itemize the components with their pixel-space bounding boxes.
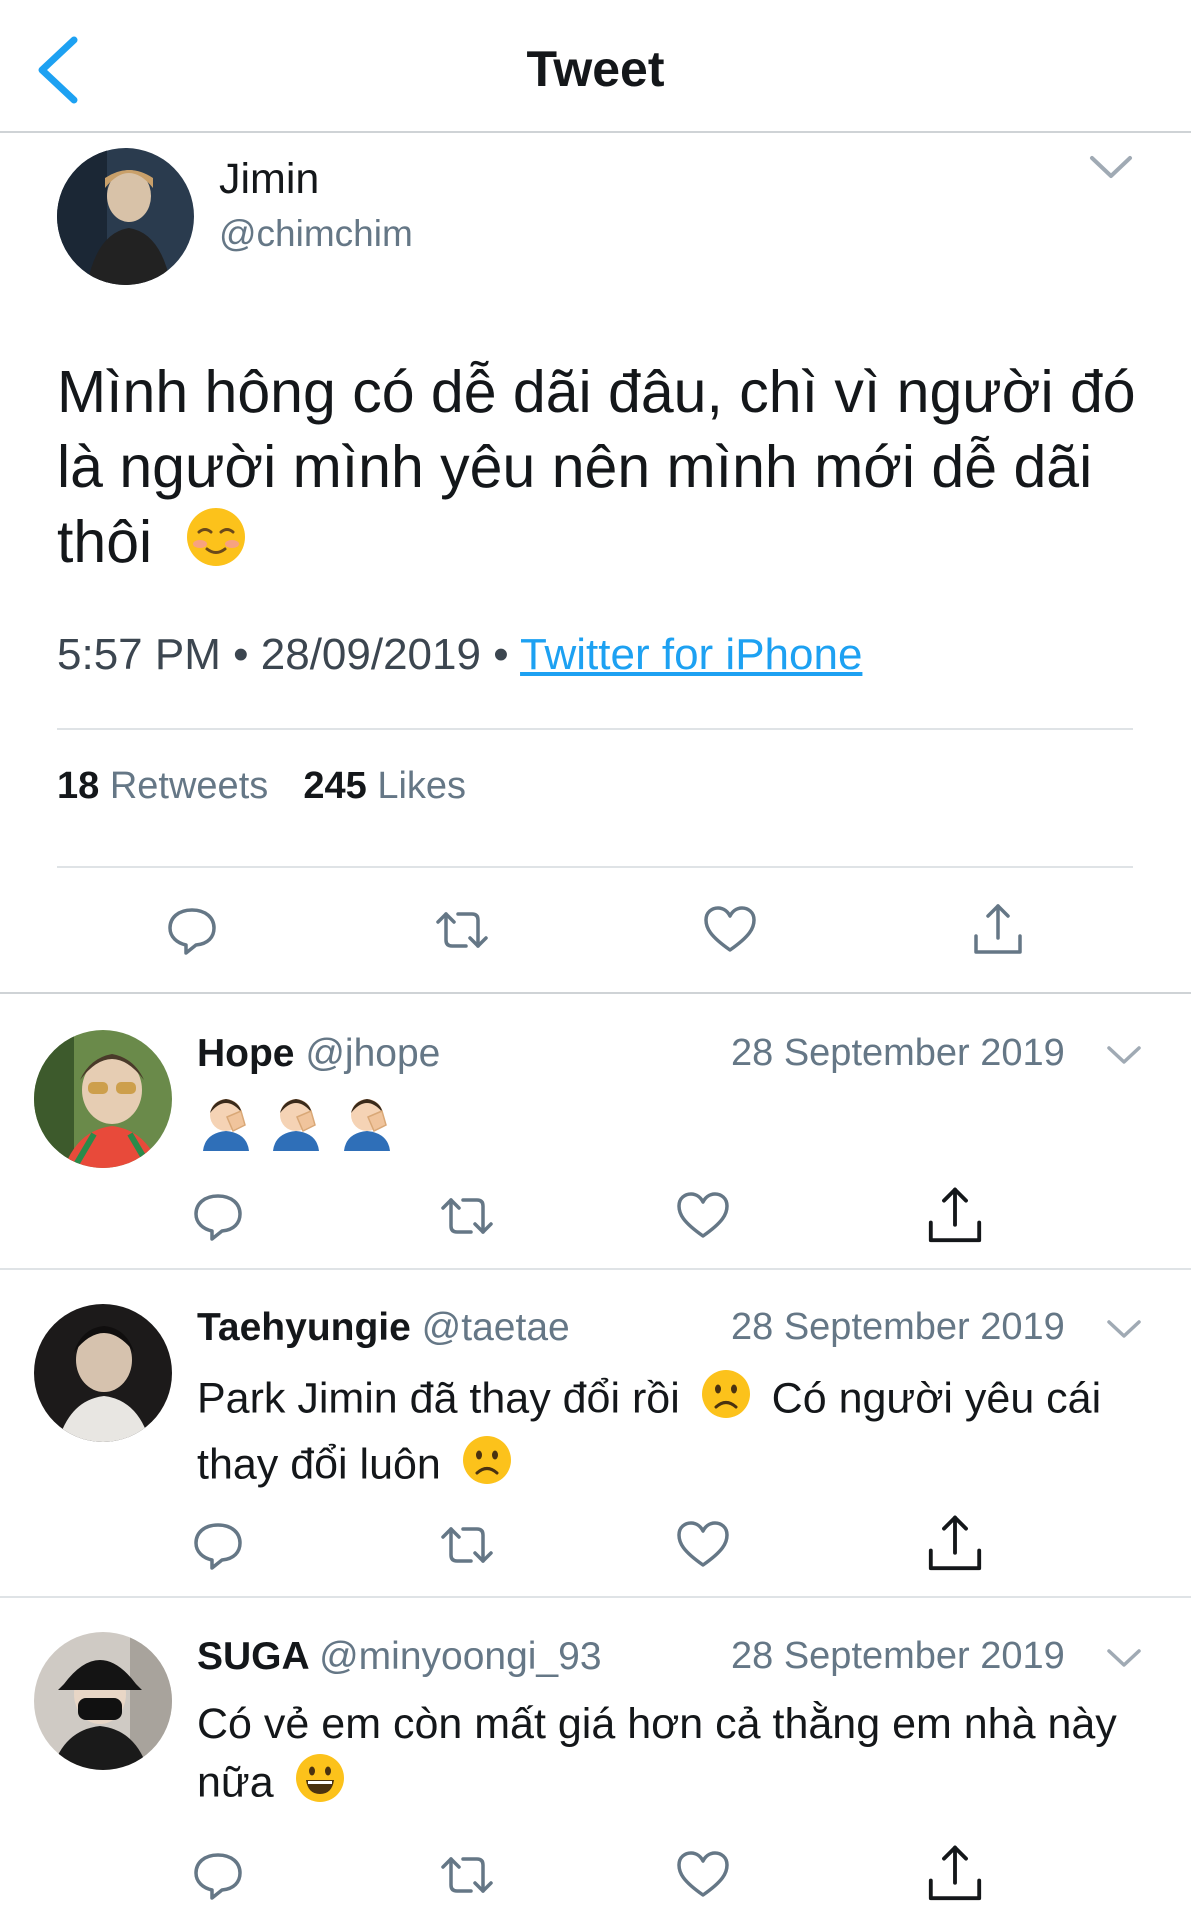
- reply-author-handle: @jhope: [305, 1032, 441, 1075]
- likes-stat[interactable]: 245 Likes: [303, 765, 466, 807]
- section-divider: [0, 992, 1191, 994]
- reply-author-handle: @minyoongi_93: [319, 1635, 602, 1678]
- reply-author[interactable]: Hope @jhope: [197, 1032, 440, 1076]
- retweets-stat[interactable]: 18 Retweets: [57, 765, 268, 807]
- page-title: Tweet: [526, 41, 665, 97]
- reply-date: 28 September 2019: [731, 1635, 1065, 1677]
- like-heart-icon[interactable]: [673, 1845, 733, 1905]
- tweet-date: 28/09/2019: [260, 630, 481, 679]
- reply-options-chevron-icon[interactable]: [1106, 1318, 1142, 1347]
- retweet-icon[interactable]: [432, 900, 492, 960]
- like-heart-icon[interactable]: [673, 1186, 733, 1246]
- smiling-face-icon: [185, 506, 247, 586]
- share-icon[interactable]: [922, 1841, 982, 1901]
- reply-text-part1: Park Jimin đã thay đổi rồi: [197, 1374, 680, 1423]
- reply-text: Có vẻ em còn mất giá hơn cả thằng em nhà…: [197, 1697, 1137, 1818]
- avatar-jimin[interactable]: [57, 148, 194, 285]
- reply-author-name: Hope: [197, 1032, 295, 1075]
- reply-icon[interactable]: [188, 1186, 248, 1246]
- share-icon[interactable]: [922, 1183, 982, 1243]
- avatar-hope[interactable]: [34, 1030, 172, 1168]
- like-heart-icon[interactable]: [700, 900, 760, 960]
- likes-count: 245: [303, 765, 367, 807]
- retweets-label: Retweets: [109, 765, 269, 807]
- like-heart-icon[interactable]: [673, 1515, 733, 1575]
- retweet-icon[interactable]: [437, 1515, 497, 1575]
- reply-icon[interactable]: [188, 1515, 248, 1575]
- retweets-count: 18: [57, 765, 100, 807]
- meta-separator: •: [233, 630, 249, 679]
- reply-options-chevron-icon[interactable]: [1106, 1647, 1142, 1676]
- tweet-options-chevron-icon[interactable]: [1088, 152, 1134, 187]
- divider: [57, 866, 1133, 868]
- author-name[interactable]: Jimin: [219, 155, 319, 204]
- tweet-stats: 18 Retweets 245 Likes: [57, 765, 466, 808]
- retweet-icon[interactable]: [437, 1845, 497, 1905]
- tweet-source-link[interactable]: Twitter for iPhone: [520, 630, 862, 679]
- reply-author[interactable]: SUGA @minyoongi_93: [197, 1635, 602, 1679]
- reply-author[interactable]: Taehyungie @taetae: [197, 1306, 570, 1350]
- reply-divider: [0, 1596, 1191, 1598]
- reply-emoji-row: [197, 1093, 396, 1153]
- reply-divider: [0, 1268, 1191, 1270]
- reply-author-name: SUGA: [197, 1635, 309, 1678]
- author-handle[interactable]: @chimchim: [219, 213, 413, 255]
- retweet-icon[interactable]: [437, 1186, 497, 1246]
- share-icon[interactable]: [968, 900, 1028, 960]
- reply-icon[interactable]: [162, 900, 222, 960]
- avatar-taehyungie[interactable]: [34, 1304, 172, 1442]
- grinning-face-icon: [294, 1752, 346, 1818]
- tweet-meta: 5:57 PM • 28/09/2019 • Twitter for iPhon…: [57, 630, 862, 680]
- reply-icon[interactable]: [188, 1845, 248, 1905]
- tweet-text: Mình hông có dễ dãi đâu, chì vì người đó…: [57, 355, 1157, 586]
- reply-options-chevron-icon[interactable]: [1106, 1044, 1142, 1073]
- reply-author-name: Taehyungie: [197, 1306, 411, 1349]
- frowning-face-icon: [461, 1434, 513, 1500]
- tweet-time: 5:57 PM: [57, 630, 221, 679]
- avatar-suga[interactable]: [34, 1632, 172, 1770]
- share-icon[interactable]: [922, 1511, 982, 1571]
- likes-label: Likes: [377, 765, 467, 807]
- reply-date: 28 September 2019: [731, 1306, 1065, 1348]
- nav-bar: Tweet: [0, 0, 1191, 133]
- person-facepalming-icon: [338, 1093, 396, 1156]
- reply-date: 28 September 2019: [731, 1032, 1065, 1074]
- person-facepalming-icon: [267, 1093, 325, 1156]
- reply-author-handle: @taetae: [421, 1306, 570, 1349]
- meta-separator: •: [493, 630, 509, 679]
- divider: [57, 728, 1133, 730]
- person-facepalming-icon: [197, 1093, 255, 1156]
- reply-text: Park Jimin đã thay đổi rồi Có người yêu …: [197, 1368, 1137, 1500]
- frowning-face-icon: [700, 1368, 752, 1434]
